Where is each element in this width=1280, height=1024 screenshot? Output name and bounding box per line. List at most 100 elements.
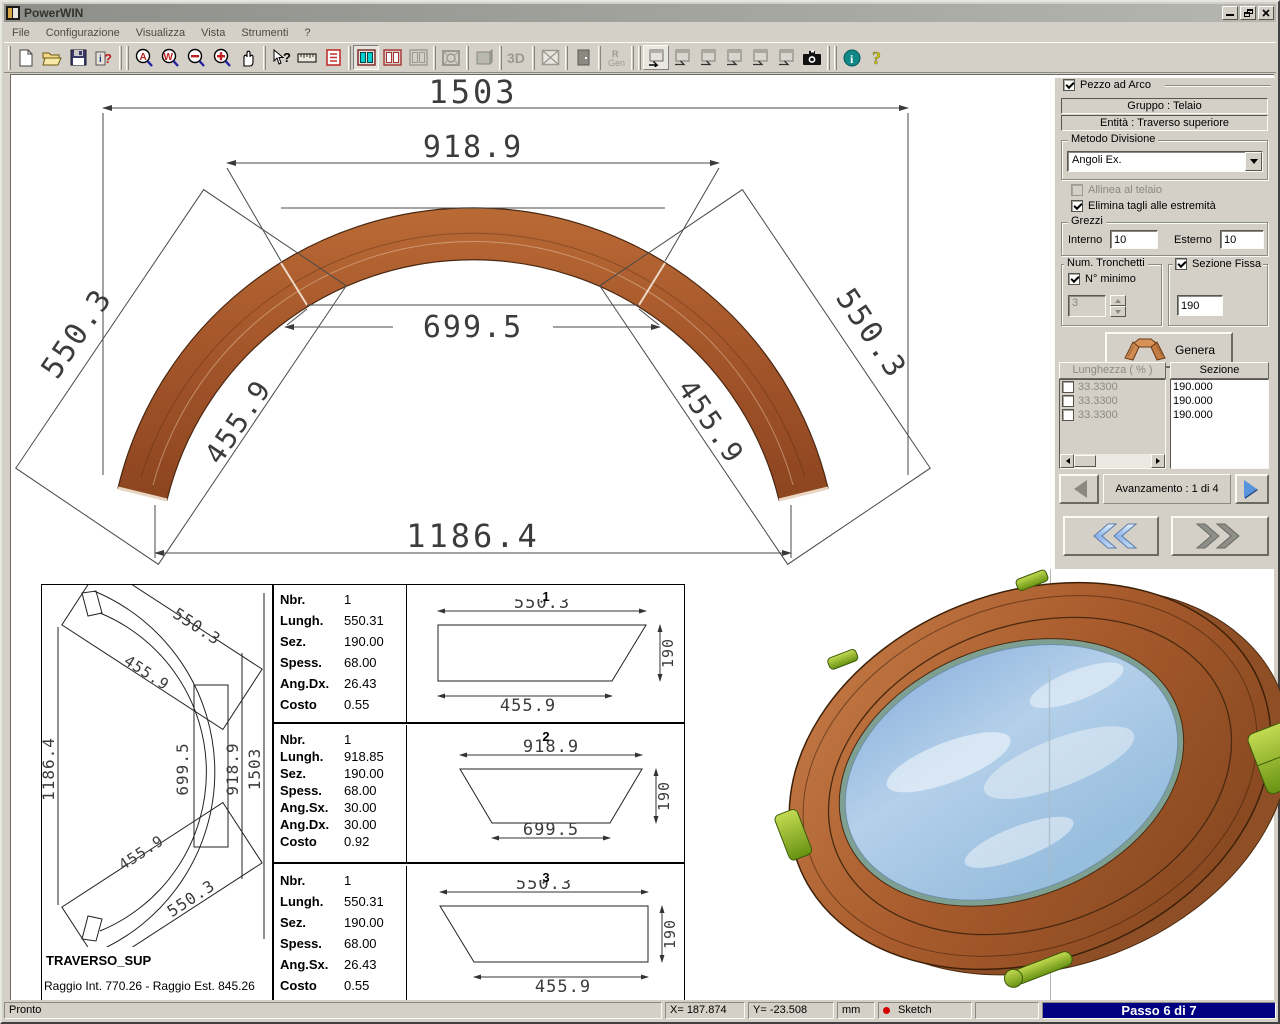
view-gray-button[interactable] bbox=[405, 45, 431, 70]
panel-title: Pezzo ad Arco bbox=[1080, 79, 1151, 91]
report-button[interactable] bbox=[320, 45, 346, 70]
horizontal-scrollbar[interactable] bbox=[1060, 454, 1165, 468]
zoom-window-button[interactable]: W bbox=[157, 45, 183, 70]
combobox-drop-button[interactable] bbox=[1245, 152, 1262, 171]
menu-visualizza[interactable]: Visualizza bbox=[128, 25, 193, 41]
scroll-left-button[interactable] bbox=[1060, 454, 1074, 468]
window-view-button-6[interactable] bbox=[773, 45, 799, 70]
cell-value: 26.43 bbox=[344, 676, 377, 691]
pezzo-ad-arco-checkbox[interactable] bbox=[1063, 79, 1075, 91]
window-view-button-5[interactable] bbox=[747, 45, 773, 70]
forward-step-button[interactable] bbox=[1171, 516, 1269, 556]
spinner-down-button[interactable] bbox=[1110, 306, 1126, 317]
elimina-tagli-checkbox[interactable] bbox=[1071, 200, 1083, 212]
about-button[interactable]: i? bbox=[91, 45, 117, 70]
arch-drawing: 1503 918.9 699.5 550.3 550.3 455.9 455.9… bbox=[13, 77, 1053, 582]
toolbar-handle[interactable] bbox=[348, 46, 351, 70]
door-view-button[interactable] bbox=[570, 45, 596, 70]
minimize-button[interactable] bbox=[1222, 6, 1238, 20]
toolbar-handle[interactable] bbox=[8, 46, 11, 70]
regen-button[interactable]: RGen bbox=[603, 45, 629, 70]
zoom-all-button[interactable]: A bbox=[131, 45, 157, 70]
view-3d-button[interactable]: 3D bbox=[504, 45, 530, 70]
toolbar-handle[interactable] bbox=[119, 46, 122, 70]
list-item[interactable]: 33.3300 bbox=[1060, 380, 1165, 394]
toolbar-handle[interactable] bbox=[499, 46, 502, 70]
new-button[interactable] bbox=[13, 45, 39, 70]
zoom-in-button[interactable] bbox=[209, 45, 235, 70]
cell-value: 190.00 bbox=[344, 766, 384, 781]
toolbar-handle[interactable] bbox=[631, 46, 634, 70]
snapshot-button[interactable] bbox=[799, 45, 825, 70]
metodo-divisione-combobox[interactable]: Angoli Ex. bbox=[1067, 151, 1263, 172]
menu-help[interactable]: ? bbox=[296, 25, 318, 41]
pan-button[interactable] bbox=[235, 45, 261, 70]
scroll-thumb[interactable] bbox=[1074, 455, 1096, 467]
view-2d-button[interactable] bbox=[353, 45, 379, 70]
n-minimo-checkbox[interactable] bbox=[1068, 273, 1080, 285]
menu-strumenti[interactable]: Strumenti bbox=[233, 25, 296, 41]
back-step-button[interactable] bbox=[1063, 516, 1159, 556]
toolbar-handle[interactable] bbox=[598, 46, 601, 70]
toolbar-handle[interactable] bbox=[827, 46, 830, 70]
list-item[interactable]: 190.000 bbox=[1171, 408, 1268, 422]
esterno-input[interactable] bbox=[1220, 230, 1264, 249]
cell-value: 68.00 bbox=[344, 936, 377, 951]
open-button[interactable] bbox=[39, 45, 65, 70]
sezione-fissa-checkbox[interactable] bbox=[1175, 258, 1187, 270]
sezione-list[interactable]: 190.000 190.000 190.000 bbox=[1170, 379, 1269, 469]
window-view-button-1[interactable] bbox=[643, 45, 669, 70]
list-item[interactable]: 190.000 bbox=[1171, 380, 1268, 394]
zoom-window-icon: W bbox=[160, 48, 180, 68]
info-button[interactable]: i bbox=[839, 45, 865, 70]
toolbar-handle[interactable] bbox=[466, 46, 469, 70]
zoom-out-button[interactable] bbox=[183, 45, 209, 70]
row-checkbox[interactable] bbox=[1062, 409, 1074, 421]
svg-text:W: W bbox=[164, 52, 174, 63]
view-frame-button[interactable] bbox=[379, 45, 405, 70]
divider bbox=[1165, 85, 1271, 86]
lunghezza-list[interactable]: 33.3300 33.3300 33.3300 bbox=[1059, 379, 1166, 469]
toolbar-handle[interactable] bbox=[433, 46, 436, 70]
spinner-up-button[interactable] bbox=[1110, 295, 1126, 306]
sezione-fissa-input[interactable] bbox=[1177, 295, 1223, 316]
row-checkbox[interactable] bbox=[1062, 381, 1074, 393]
menu-vista[interactable]: Vista bbox=[193, 25, 233, 41]
toolbar-handle[interactable] bbox=[532, 46, 535, 70]
list-item[interactable]: 33.3300 bbox=[1060, 394, 1165, 408]
toolbar-handle[interactable] bbox=[565, 46, 568, 70]
toolbar-handle[interactable] bbox=[834, 46, 837, 70]
window-view-button-2[interactable] bbox=[669, 45, 695, 70]
chevron-down-icon bbox=[1250, 159, 1258, 168]
sezione-column-header[interactable]: Sezione bbox=[1170, 362, 1269, 379]
window-view-button-4[interactable] bbox=[721, 45, 747, 70]
toolbar-handle[interactable] bbox=[638, 46, 641, 70]
menu-configurazione[interactable]: Configurazione bbox=[38, 25, 128, 41]
measure-button[interactable] bbox=[294, 45, 320, 70]
frame-view-button[interactable] bbox=[438, 45, 464, 70]
toolbar-handle[interactable] bbox=[263, 46, 266, 70]
tronchetti-spinner[interactable] bbox=[1110, 295, 1126, 317]
prev-step-small-button[interactable] bbox=[1059, 474, 1099, 504]
toolbar-handle[interactable] bbox=[126, 46, 129, 70]
allinea-checkbox[interactable] bbox=[1071, 184, 1083, 196]
metodo-divisione-group: Metodo Divisione Angoli Ex. bbox=[1061, 140, 1268, 180]
window-view-button-3[interactable] bbox=[695, 45, 721, 70]
interno-input[interactable] bbox=[1110, 230, 1158, 249]
menu-file[interactable]: File bbox=[4, 25, 38, 41]
save-button[interactable] bbox=[65, 45, 91, 70]
scroll-right-button[interactable] bbox=[1151, 454, 1165, 468]
list-item[interactable]: 33.3300 bbox=[1060, 408, 1165, 422]
panel-view-button[interactable] bbox=[471, 45, 497, 70]
context-help-button[interactable]: ? bbox=[268, 45, 294, 70]
next-step-small-button[interactable] bbox=[1235, 474, 1269, 504]
wireframe-button[interactable] bbox=[537, 45, 563, 70]
help-button[interactable]: ? bbox=[865, 45, 891, 70]
list-item[interactable]: 190.000 bbox=[1171, 394, 1268, 408]
restore-button[interactable] bbox=[1240, 6, 1256, 20]
close-button[interactable] bbox=[1258, 6, 1274, 20]
row-checkbox[interactable] bbox=[1062, 395, 1074, 407]
svg-text:?: ? bbox=[872, 48, 881, 67]
lunghezza-column-header[interactable]: Lunghezza ( % ) bbox=[1059, 362, 1166, 379]
dim-base: 1186.4 bbox=[406, 517, 540, 555]
